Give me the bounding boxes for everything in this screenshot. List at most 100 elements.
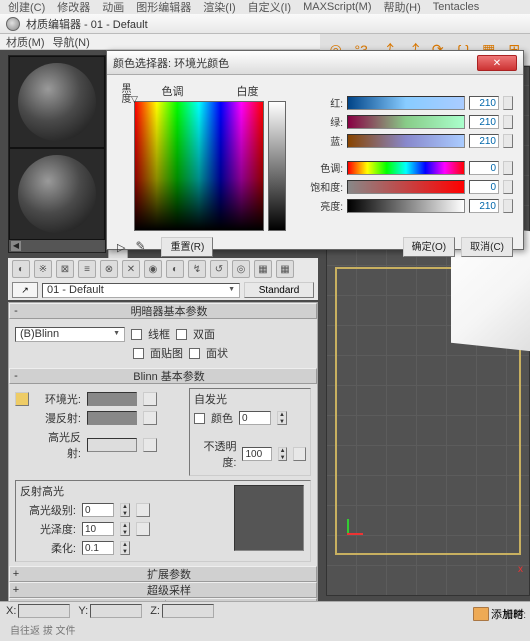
hue-saturation-field[interactable]: ▽ xyxy=(134,101,264,231)
twosided-checkbox[interactable] xyxy=(176,329,187,340)
selfillum-color-checkbox[interactable] xyxy=(194,413,205,424)
app-menubar[interactable]: 创建(C) 修改器 动画 图形编辑器 渲染(I) 自定义(I) MAXScrip… xyxy=(0,0,530,14)
close-button[interactable]: ✕ xyxy=(477,55,517,71)
mat-tool-1-icon[interactable]: ◐ xyxy=(12,260,30,278)
material-type-button[interactable]: Standard xyxy=(244,282,314,298)
menu-animation[interactable]: 动画 xyxy=(102,0,124,15)
color-dialog-titlebar[interactable]: 颜色选择器: 环境光颜色 ✕ xyxy=(107,51,523,75)
coord-y: Y: xyxy=(78,604,142,618)
scroll-left-icon[interactable]: ◀ xyxy=(11,241,21,251)
red-slider[interactable] xyxy=(347,96,465,110)
menu-create[interactable]: 创建(C) xyxy=(8,0,45,15)
menu-help[interactable]: 帮助(H) xyxy=(384,0,421,15)
diffuse-color-swatch[interactable] xyxy=(87,411,137,425)
material-editor-icon xyxy=(6,17,20,31)
menu-tentacles[interactable]: Tentacles xyxy=(433,1,479,13)
spinner-icon[interactable]: ▲▼ xyxy=(120,541,130,555)
menu-modifiers[interactable]: 修改器 xyxy=(57,0,90,15)
mat-menu-navigate[interactable]: 导航(N) xyxy=(53,34,90,50)
opacity-label: 不透明度: xyxy=(194,438,236,470)
soften-value[interactable]: 0.1 xyxy=(82,541,114,555)
selfillum-value[interactable]: 0 xyxy=(239,411,271,425)
spinner-icon[interactable]: ▲▼ xyxy=(277,411,287,425)
hue-label: 色调: xyxy=(309,160,343,175)
mat-menu-material[interactable]: 材质(M) xyxy=(6,34,45,50)
blinn-rollout-header[interactable]: - Blinn 基本参数 xyxy=(9,368,317,384)
spinner-icon[interactable] xyxy=(503,115,513,129)
coord-x-input[interactable] xyxy=(18,604,70,618)
mat-tool-3-icon[interactable]: ⊠ xyxy=(56,260,74,278)
blue-value[interactable]: 210 xyxy=(469,134,499,148)
faceted-checkbox[interactable] xyxy=(189,348,200,359)
supersample-rollout-header[interactable]: +超级采样 xyxy=(9,582,317,598)
spinner-icon[interactable] xyxy=(503,180,513,194)
blue-slider[interactable] xyxy=(347,134,465,148)
spinner-icon[interactable] xyxy=(503,199,513,213)
color-picker-dialog[interactable]: 颜色选择器: 环境光颜色 ✕ 黑度 色调 白度 ▽ 红: xyxy=(106,50,524,250)
mat-tool-4-icon[interactable]: ≡ xyxy=(78,260,96,278)
hue-value[interactable]: 0 xyxy=(469,161,499,175)
sample-triangle-icon[interactable]: ▷ xyxy=(117,241,125,254)
specular-map-button[interactable] xyxy=(143,438,157,452)
coord-y-input[interactable] xyxy=(90,604,142,618)
speclevel-map-button[interactable] xyxy=(136,503,150,517)
selfillum-group-label: 自发光 xyxy=(194,391,306,407)
reset-button[interactable]: 重置(R) xyxy=(161,237,213,257)
material-editor-titlebar[interactable]: 材质编辑器 - 01 - Default xyxy=(0,14,530,34)
sat-value[interactable]: 0 xyxy=(469,180,499,194)
green-value[interactable]: 210 xyxy=(469,115,499,129)
shader-type-dropdown[interactable]: (B)Blinn ▼ xyxy=(15,327,125,342)
spinner-icon[interactable] xyxy=(503,134,513,148)
specular-color-swatch[interactable] xyxy=(87,438,137,452)
sat-slider[interactable] xyxy=(347,180,465,194)
speclevel-value[interactable]: 0 xyxy=(82,503,114,517)
ambient-map-button[interactable] xyxy=(143,392,157,406)
gloss-map-button[interactable] xyxy=(136,522,150,536)
material-pick-icon[interactable]: ↗ xyxy=(12,282,38,298)
menu-grapheditor[interactable]: 图形编辑器 xyxy=(136,0,191,15)
minus-icon: - xyxy=(10,305,22,317)
cancel-button[interactable]: 取消(C) xyxy=(461,237,513,257)
gloss-label: 光泽度: xyxy=(20,521,76,537)
menu-customize[interactable]: 自定义(I) xyxy=(248,0,291,15)
spinner-icon[interactable] xyxy=(503,161,513,175)
ambient-lock-icon[interactable] xyxy=(15,392,29,406)
spinner-icon[interactable]: ▲▼ xyxy=(120,522,130,536)
wire-label: 线框 xyxy=(148,326,170,342)
material-editor-menu[interactable]: 材质(M) 导航(N) xyxy=(0,34,320,50)
red-value[interactable]: 210 xyxy=(469,96,499,110)
facemap-checkbox[interactable] xyxy=(133,348,144,359)
material-name-row: ↗ 01 - Default ▼ Standard xyxy=(8,280,318,300)
diffuse-map-button[interactable] xyxy=(143,411,157,425)
gloss-value[interactable]: 10 xyxy=(82,522,114,536)
spinner-icon[interactable] xyxy=(503,96,513,110)
hue-axis-label: 色调 xyxy=(135,83,210,99)
ok-button[interactable]: 确定(O) xyxy=(403,237,455,257)
add-time-button[interactable]: 添加时 xyxy=(473,606,524,622)
eyedropper-icon[interactable]: ✎ xyxy=(135,239,151,255)
material-sample-slot-2[interactable] xyxy=(9,148,105,240)
mat-tool-2-icon[interactable]: ※ xyxy=(34,260,52,278)
extended-rollout-header[interactable]: +扩展参数 xyxy=(9,566,317,582)
sample-scrollbar[interactable]: ◀ xyxy=(9,240,105,252)
ambient-color-swatch[interactable] xyxy=(87,392,137,406)
value-ramp[interactable] xyxy=(268,101,286,231)
material-name-dropdown[interactable]: 01 - Default ▼ xyxy=(42,283,240,298)
opacity-map-button[interactable] xyxy=(293,447,306,461)
menu-maxscript[interactable]: MAXScript(M) xyxy=(303,1,371,13)
wire-checkbox[interactable] xyxy=(131,329,142,340)
spinner-icon[interactable]: ▲▼ xyxy=(120,503,130,517)
value-value[interactable]: 210 xyxy=(469,199,499,213)
green-slider[interactable] xyxy=(347,115,465,129)
coord-z: Z: xyxy=(150,604,214,618)
opacity-value[interactable]: 100 xyxy=(242,447,271,461)
spinner-icon[interactable]: ▲▼ xyxy=(278,447,287,461)
shader-rollout-header[interactable]: - 明暗器基本参数 xyxy=(9,303,317,319)
minus-icon: - xyxy=(10,370,22,382)
hue-slider[interactable] xyxy=(347,161,465,175)
value-slider[interactable] xyxy=(347,199,465,213)
coord-z-input[interactable] xyxy=(162,604,214,618)
material-sample-slot-1[interactable] xyxy=(9,56,105,148)
shader-rollout-body: (B)Blinn ▼ 线框 双面 面贴图 面状 xyxy=(9,319,317,368)
menu-render[interactable]: 渲染(I) xyxy=(203,0,235,15)
